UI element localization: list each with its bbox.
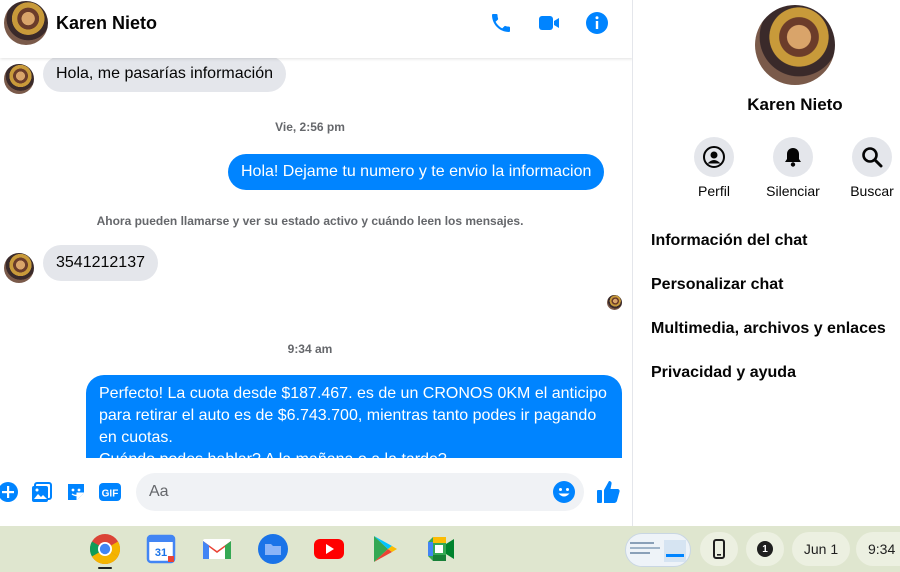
svg-text:GIF: GIF [102,489,119,500]
chat-header: Karen Nieto [0,0,632,58]
play-store-icon[interactable] [368,533,402,565]
seen-indicator-avatar [607,295,622,310]
photo-icon[interactable] [30,480,54,504]
menu-chat-info[interactable]: Información del chat [651,232,807,250]
search-icon[interactable] [852,137,892,177]
calendar-icon[interactable]: 31 [144,533,178,565]
message-text: Perfecto! La cuota desde $187.467. es de… [99,385,607,446]
outgoing-message[interactable]: Hola! Dejame tu numero y te envio la inf… [228,154,605,190]
screen-capture-thumbnail[interactable] [625,533,691,567]
gmail-icon[interactable] [200,533,234,565]
notification-count: 1 [757,541,773,557]
video-camera-icon[interactable] [536,10,562,36]
search-action[interactable]: Buscar [832,137,900,199]
menu-media-files-links[interactable]: Multimedia, archivos y enlaces [651,320,886,338]
message-avatar[interactable] [4,253,34,283]
messenger-window: Karen Nieto Hola, me pasarías informació… [0,0,900,572]
sticker-icon[interactable] [64,480,88,504]
chat-pane: Karen Nieto Hola, me pasarías informació… [0,0,633,526]
mute-action[interactable]: Silenciar [753,137,833,199]
phone-hub-icon[interactable] [700,532,738,566]
youtube-icon[interactable] [312,533,346,565]
phone-icon[interactable] [488,10,514,36]
calendar-day: 31 [155,547,167,559]
notification-badge[interactable]: 1 [746,532,784,566]
timestamp: Vie, 2:56 pm [275,120,345,134]
contact-name[interactable]: Karen Nieto [56,13,157,34]
mute-action-label: Silenciar [766,183,820,199]
outgoing-message-long[interactable]: Perfecto! La cuota desde $187.467. es de… [86,375,622,458]
chat-info-pane: Karen Nieto Perfil Silenciar Buscar Info… [634,0,900,526]
emoji-icon[interactable] [552,480,576,504]
profile-name: Karen Nieto [747,95,843,114]
gif-icon[interactable]: GIF [98,480,122,504]
incoming-message[interactable]: 3541212137 [43,245,158,281]
message-list[interactable]: Hola, me pasarías información Vie, 2:56 … [0,58,632,458]
incoming-message[interactable]: Hola, me pasarías información [43,58,286,92]
os-shelf: 31 1 Jun 1 9:34 [0,526,900,572]
menu-privacy-help[interactable]: Privacidad y ayuda [651,364,796,382]
plus-icon[interactable] [0,480,20,504]
composer: GIF [0,458,632,526]
timestamp: 9:34 am [287,342,333,356]
date-display[interactable]: Jun 1 [792,532,850,566]
system-message: Ahora pueden llamarse y ver su estado ac… [96,214,524,228]
menu-customize-chat[interactable]: Personalizar chat [651,276,784,294]
thumbs-up-icon[interactable] [595,478,623,506]
active-app-indicator [98,567,112,569]
info-icon[interactable] [584,10,610,36]
clock-display[interactable]: 9:34 [856,532,900,566]
search-action-label: Buscar [850,183,894,199]
profile-avatar [755,5,835,85]
message-input[interactable] [136,473,584,511]
chrome-icon[interactable] [88,533,122,565]
bell-icon[interactable] [773,137,813,177]
profile-action[interactable]: Perfil [674,137,754,199]
contact-avatar[interactable] [4,1,48,45]
profile-action-label: Perfil [698,183,730,199]
person-icon[interactable] [694,137,734,177]
message-avatar[interactable] [4,64,34,94]
meet-icon[interactable] [424,533,458,565]
files-icon[interactable] [256,533,290,565]
message-text: Cuándo podes hablar? A la mañana o a la … [99,449,609,458]
